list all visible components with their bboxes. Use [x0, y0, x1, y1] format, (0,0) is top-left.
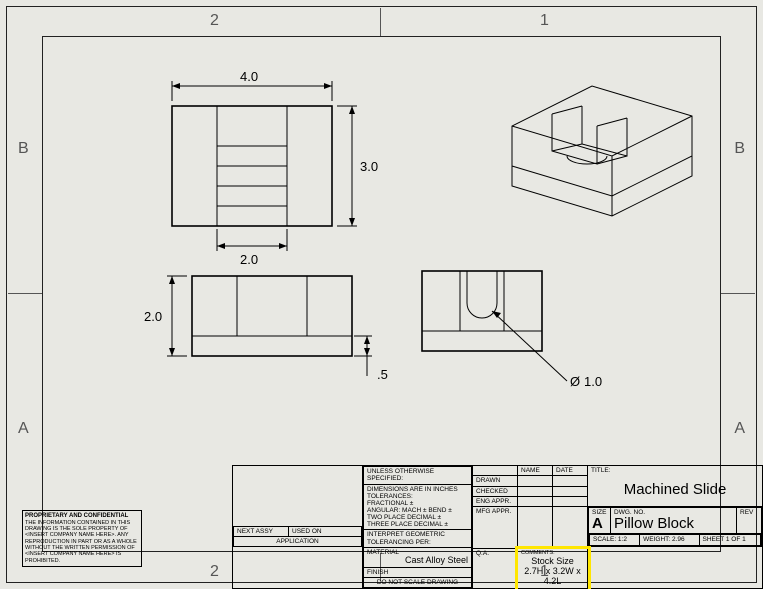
zone-tick — [380, 8, 381, 36]
zone-tick — [8, 293, 42, 294]
weight-val: 2.96 — [672, 536, 685, 543]
zone-left-b: B — [18, 140, 29, 158]
zone-right-b: B — [734, 140, 745, 158]
zone-top-1: 1 — [540, 12, 549, 30]
application: APPLICATION — [234, 536, 362, 546]
dim-dia: 1.0 — [584, 374, 602, 389]
proprietary-note: PROPRIETARY AND CONFIDENTIAL THE INFORMA… — [22, 510, 142, 567]
title-val: Machined Slide — [591, 482, 759, 499]
material-val: Cast Alloy Steel — [405, 556, 468, 566]
dim-height: 3.0 — [360, 159, 378, 174]
side-view: 2.0 .5 — [142, 266, 402, 396]
stock-val: 2.7H x 3.2W x 4.2L — [524, 566, 581, 586]
zone-top-2: 2 — [210, 12, 219, 30]
zone-right-a: A — [734, 420, 745, 438]
hole-view: Ø 1.0 — [412, 261, 632, 411]
front-view: 4.0 3.0 2.0 — [132, 61, 372, 271]
zone-left-a: A — [18, 420, 29, 438]
dim-thick: 2.0 — [144, 309, 162, 324]
spec-header: UNLESS OTHERWISE SPECIFIED: — [364, 467, 472, 484]
next-assy: NEXT ASSY — [234, 526, 289, 536]
zone-bot-2: 2 — [210, 563, 219, 581]
proprietary-body: THE INFORMATION CONTAINED IN THIS DRAWIN… — [25, 520, 137, 564]
size-val: A — [592, 515, 603, 532]
dim-width: 4.0 — [240, 69, 258, 84]
proprietary-title: PROPRIETARY AND CONFIDENTIAL — [25, 513, 128, 519]
iso-view — [492, 56, 712, 236]
stock-title: Stock Size — [531, 556, 574, 566]
used-on: USED ON — [289, 526, 362, 536]
dim-dia-sym: Ø — [570, 374, 580, 389]
stock-size-cell: COMMENTS: Stock Size 2.7H x 3.2W x 4.2L — [518, 549, 588, 589]
zone-tick — [721, 293, 755, 294]
scale: SCALE: 1:2 — [590, 535, 640, 545]
dim-step: .5 — [377, 367, 388, 382]
dim-slot: 2.0 — [240, 252, 258, 267]
dwg-val: Pillow Block — [614, 515, 694, 532]
sheet: SHEET 1 OF 1 — [699, 535, 760, 545]
